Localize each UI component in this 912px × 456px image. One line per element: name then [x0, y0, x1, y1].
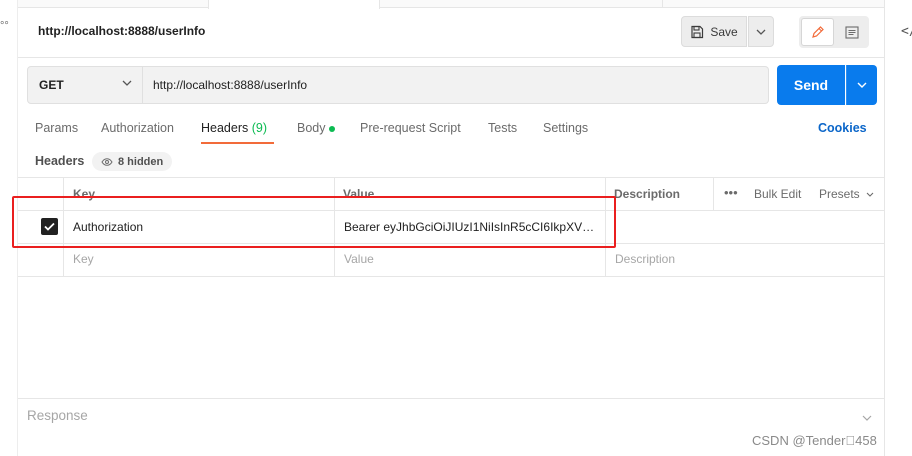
body-status-dot	[328, 125, 335, 132]
presets-label: Presets	[819, 187, 860, 201]
tab-headers-label: Headers	[201, 121, 249, 135]
chevron-down-icon	[122, 80, 132, 86]
right-sidebar-strip: </	[884, 0, 912, 456]
save-label: Save	[710, 24, 738, 39]
watermark: CSDN @Tender 458	[752, 433, 877, 448]
chevron-down-icon	[866, 192, 874, 198]
active-tab-underline	[201, 142, 274, 144]
send-dropdown-button[interactable]	[846, 65, 877, 105]
request-title[interactable]: http://localhost:8888/userInfo	[38, 24, 205, 38]
chevron-down-icon	[857, 82, 867, 88]
title-divider	[18, 57, 884, 58]
eye-icon	[101, 157, 113, 166]
chevron-down-icon	[862, 415, 872, 421]
hidden-headers-toggle[interactable]: 8 hidden	[92, 152, 173, 171]
new-key-input[interactable]: Key	[73, 252, 94, 266]
tab-params[interactable]: Params	[35, 121, 78, 135]
url-value: http://localhost:8888/userInfo	[153, 78, 308, 92]
tab-separator	[662, 0, 663, 8]
active-request-tab[interactable]	[208, 0, 380, 9]
edit-mode-button[interactable]	[801, 18, 834, 46]
tab-tests[interactable]: Tests	[488, 121, 517, 135]
table-top-border	[18, 177, 884, 178]
document-icon	[844, 25, 859, 39]
url-input[interactable]: http://localhost:8888/userInfo	[143, 66, 769, 104]
send-button[interactable]: Send	[777, 65, 845, 105]
sidebar-glyph-icon[interactable]: °°	[0, 20, 9, 32]
highlight-annotation-box	[12, 196, 616, 248]
postman-request-window: °° </ http://localhost:8888/userInfo Sav…	[0, 0, 912, 456]
save-dropdown-button[interactable]	[748, 16, 774, 47]
tab-headers[interactable]: Headers (9)	[201, 121, 267, 135]
save-icon	[691, 25, 704, 38]
cookies-link[interactable]: Cookies	[818, 121, 867, 135]
presets-dropdown[interactable]: Presets	[819, 187, 874, 201]
hidden-badge-label: 8 hidden	[118, 155, 164, 168]
tab-body[interactable]: Body	[297, 121, 335, 135]
table-col-divider	[713, 177, 714, 210]
code-icon[interactable]: </	[901, 24, 912, 39]
new-description-input[interactable]: Description	[615, 252, 675, 266]
save-button[interactable]: Save	[681, 16, 747, 47]
pencil-icon	[811, 26, 824, 38]
tab-headers-count: (9)	[251, 121, 268, 135]
tab-authorization[interactable]: Authorization	[101, 121, 174, 135]
tab-body-label: Body	[297, 121, 326, 135]
response-collapse-toggle[interactable]	[862, 408, 872, 426]
tab-prerequest-script[interactable]: Pre-request Script	[360, 121, 461, 135]
method-value: GET	[39, 78, 64, 92]
column-header-description: Description	[614, 187, 681, 201]
more-horizontal-icon[interactable]: •••	[724, 185, 738, 200]
documentation-button[interactable]	[836, 18, 867, 46]
new-value-input[interactable]: Value	[344, 252, 374, 266]
response-divider[interactable]	[18, 398, 884, 399]
bulk-edit-button[interactable]: Bulk Edit	[754, 187, 801, 201]
tab-settings[interactable]: Settings	[543, 121, 588, 135]
method-select[interactable]: GET	[27, 66, 143, 104]
table-bottom-border	[18, 276, 884, 277]
request-tab-strip	[18, 0, 884, 9]
chevron-down-icon	[756, 29, 766, 35]
headers-section-label: Headers	[35, 154, 85, 168]
response-pane-label: Response	[27, 408, 88, 423]
